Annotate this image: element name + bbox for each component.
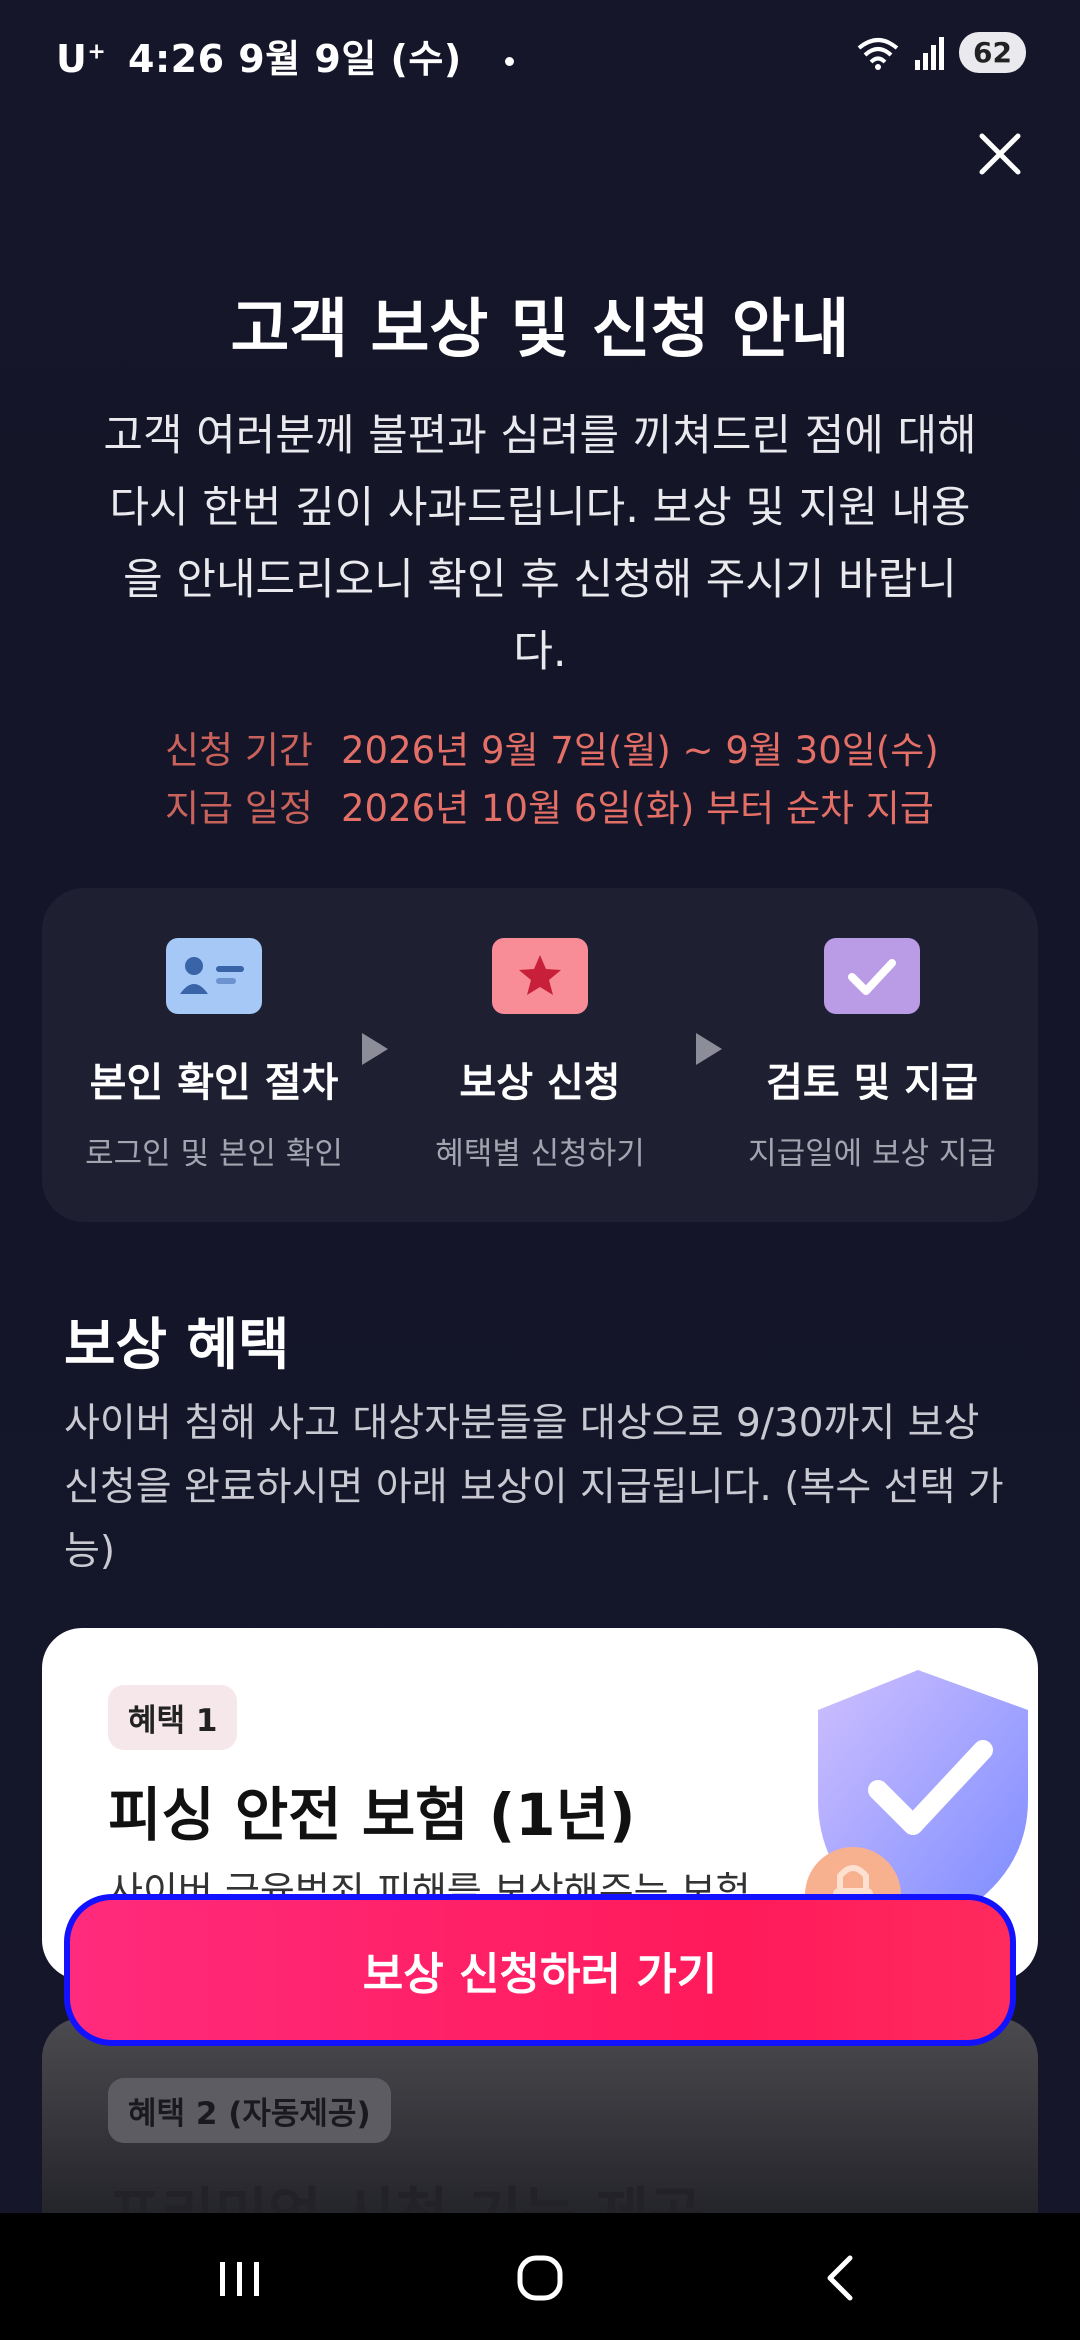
- benefit-badge: 혜택 1: [108, 1685, 238, 1750]
- back-icon[interactable]: [812, 2248, 872, 2308]
- id-card-icon: [166, 938, 262, 1014]
- notification-dot: [505, 57, 515, 66]
- step-desc: 혜택별 신청하기: [435, 1136, 645, 1172]
- step-name: 보상 신청: [459, 1060, 621, 1106]
- carrier-plus: +: [87, 39, 107, 65]
- step-arrow-icon: [696, 1033, 722, 1065]
- check-icon: [824, 938, 920, 1014]
- step-apply: 보상 신청 혜택별 신청하기: [390, 938, 690, 1173]
- page-title: 고객 보상 및 신청 안내: [230, 293, 850, 367]
- carrier-label: U: [56, 37, 88, 81]
- benefit-badge: 혜택 2 (자동제공): [108, 2078, 391, 2143]
- time-date: 4:26 9월 9일 (수): [128, 37, 462, 81]
- status-bar: U+ 4:26 9월 9일 (수) 62: [0, 0, 1080, 104]
- star-ticket-icon: [492, 938, 588, 1014]
- step-review: 검토 및 지급 지급일에 보상 지급: [722, 938, 1022, 1173]
- step-desc: 지급일에 보상 지급: [748, 1136, 996, 1172]
- benefit-title: 피싱 안전 보험 (1년): [108, 1781, 636, 1849]
- process-steps: 본인 확인 절차 로그인 및 본인 확인 보상 신청 혜택별 신청하기 검토 및…: [42, 888, 1038, 1222]
- payment-schedule-label: 지급 일정: [165, 787, 313, 830]
- apply-period-value: 2026년 9월 7일(월) ~ 9월 30일(수): [341, 729, 939, 772]
- status-time: U+ 4:26 9월 9일 (수): [56, 28, 515, 83]
- period-info: 신청 기간 2026년 9월 7일(월) ~ 9월 30일(수) 지급 일정 202…: [165, 722, 939, 838]
- intro-text: 고객 여러분께 불편과 심려를 끼쳐드린 점에 대해 다시 한번 깊이 사과드립…: [103, 411, 977, 677]
- wifi-icon: [857, 37, 899, 70]
- step-identity: 본인 확인 절차 로그인 및 본인 확인: [64, 938, 364, 1173]
- payment-schedule-value: 2026년 10월 6일(화) 부터 순차 지급: [341, 787, 934, 830]
- step-name: 본인 확인 절차: [89, 1060, 339, 1106]
- benefits-desc: 사이버 침해 사고 대상자분들을 대상으로 9/30까지 보상 신청을 완료하시…: [64, 1401, 1004, 1574]
- navigation-bar: [0, 2213, 1080, 2340]
- apply-button[interactable]: 보상 신청하러 가기: [64, 1894, 1016, 2046]
- home-icon[interactable]: [510, 2248, 570, 2308]
- battery-indicator: 62: [959, 32, 1026, 73]
- recent-apps-icon[interactable]: [210, 2248, 270, 2308]
- signal-icon: [915, 36, 945, 70]
- benefits-title: 보상 혜택: [64, 1313, 290, 1378]
- step-desc: 로그인 및 본인 확인: [85, 1136, 343, 1172]
- apply-period-label: 신청 기간: [165, 729, 313, 772]
- step-name: 검토 및 지급: [766, 1060, 978, 1106]
- step-arrow-icon: [362, 1033, 388, 1065]
- close-icon[interactable]: [974, 128, 1026, 180]
